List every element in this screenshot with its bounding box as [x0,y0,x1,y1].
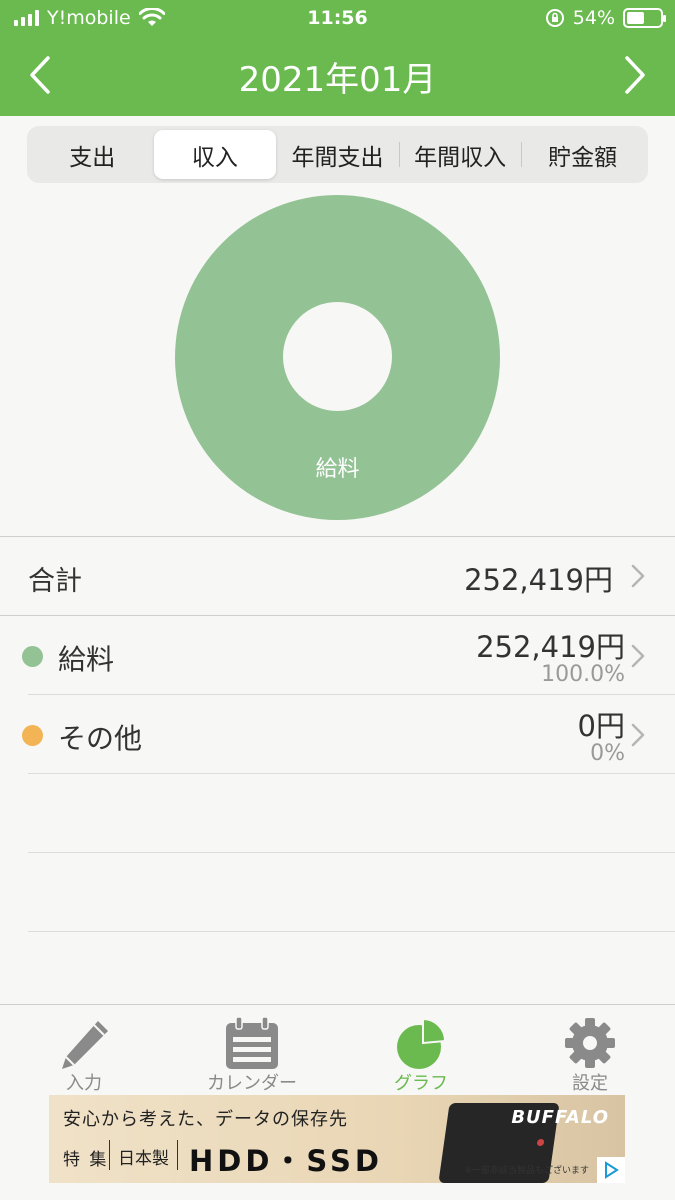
category-row-salary[interactable]: 給料 252,419円 100.0% [0,616,675,694]
battery-percent: 54% [572,7,615,29]
next-month-button[interactable] [615,52,655,98]
divider [28,773,675,774]
category-color-dot [22,646,43,667]
page-title: 2021年01月 [238,60,437,100]
adchoices-icon [605,1161,619,1179]
pie-chart-icon [397,1017,447,1069]
category-name: その他 [58,722,143,755]
donut-hole [283,302,392,411]
graph-type-tabs: 支出 収入 年間支出 年間収入 貯金額 [27,126,648,183]
tabbar-label: 入力 [66,1073,102,1094]
total-amount: 252,419円 [464,563,613,597]
ad-headline: 安心から考えた、データの保存先 [63,1109,348,1130]
tab-savings[interactable]: 貯金額 [521,130,644,179]
category-color-dot [22,725,43,746]
ad-product-name: HDD・SSD [189,1144,383,1178]
category-percent: 0% [590,741,625,766]
nav-bar: Y!mobile 11:56 54% 2021年01月 [0,0,675,116]
tabbar-label: 設定 [572,1073,608,1094]
category-name: 給料 [58,643,115,676]
ad-disclaimer: ※一部非該当製品もございます [464,1166,589,1176]
category-row-other[interactable]: その他 0円 0% [0,695,675,773]
calendar-icon [226,1016,278,1069]
chevron-right-icon [625,56,645,94]
status-right: 54% [545,7,666,29]
chevron-right-icon [631,644,645,668]
orientation-lock-icon [545,9,564,27]
chevron-right-icon [631,564,645,588]
status-bar: Y!mobile 11:56 54% [0,0,675,38]
divider [28,852,675,853]
chevron-right-icon [631,723,645,747]
ad-banner[interactable]: 安心から考えた、データの保存先 特 集 日本製 HDD・SSD BUFFALO … [49,1095,625,1183]
tabbar-calendar[interactable]: カレンダー [168,1005,336,1095]
gear-icon [565,1018,615,1068]
category-percent: 100.0% [541,662,625,687]
tabbar-label: カレンダー [207,1073,297,1094]
bottom-tab-bar: 入力 カレンダー グラフ 設定 [0,1004,675,1094]
tabbar-settings[interactable]: 設定 [506,1005,674,1095]
ad-feature-tag: 特 集 [63,1150,109,1170]
divider [28,931,675,932]
tab-expense[interactable]: 支出 [31,130,154,179]
total-row[interactable]: 合計 252,419円 [0,537,675,615]
pencil-icon [62,1021,108,1069]
ad-brand-logo: BUFFALO [511,1107,609,1128]
category-amount: 252,419円 [476,630,625,664]
battery-icon [623,8,666,28]
income-donut-chart: 給料 [175,195,500,520]
ad-choices-icon[interactable] [597,1157,625,1183]
tab-annual-income[interactable]: 年間収入 [398,130,522,179]
total-label: 合計 [28,566,82,597]
tab-annual-expense[interactable]: 年間支出 [276,130,399,179]
category-amount: 0円 [577,709,625,743]
ad-made-in-japan: 日本製 [109,1140,178,1170]
battery-fill [627,12,644,24]
tab-income[interactable]: 収入 [153,130,277,179]
tabbar-input[interactable]: 入力 [0,1005,168,1095]
tabbar-graph[interactable]: グラフ [337,1005,505,1095]
chart-slice-label: 給料 [315,457,360,482]
tabbar-label: グラフ [394,1073,448,1094]
